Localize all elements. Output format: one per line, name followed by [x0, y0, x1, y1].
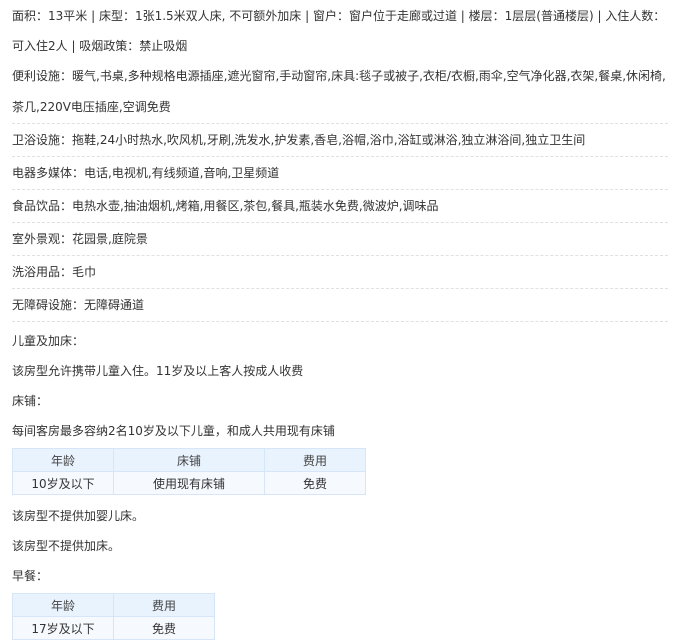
- room-info-line-1: 面积：13平米 | 床型：1张1.5米双人床, 不可额外加床 | 窗户：窗户位于…: [12, 9, 666, 23]
- divider: [12, 123, 668, 124]
- table-cell-age: 10岁及以下: [12, 471, 114, 495]
- table-header-row: 年龄 床铺 费用: [12, 448, 366, 472]
- divider: [12, 288, 668, 289]
- children-policy: 该房型允许携带儿童入住。11岁及以上客人按成人收费: [12, 364, 304, 378]
- media-facilities: 电器多媒体：电话,电视机,有线频道,音响,卫星频道: [12, 166, 280, 180]
- convenience-line-2: 茶几,220V电压插座,空调免费: [12, 100, 171, 114]
- table-cell-bed: 使用现有床铺: [113, 471, 265, 495]
- crib-policy: 该房型不提供加婴儿床。: [12, 509, 145, 523]
- outdoor-view: 室外景观：花园景,庭院景: [12, 232, 148, 246]
- table-header-age: 年龄: [12, 593, 114, 617]
- children-heading: 儿童及加床：: [12, 334, 85, 348]
- table-header-fee: 费用: [264, 448, 366, 472]
- table-header-bed: 床铺: [113, 448, 265, 472]
- extra-bed-policy: 该房型不提供加床。: [12, 539, 121, 553]
- room-details: 面积：13平米 | 床型：1张1.5米双人床, 不可额外加床 | 窗户：窗户位于…: [0, 0, 668, 640]
- bed-policy-table: 年龄 床铺 费用 10岁及以下 使用现有床铺 免费: [12, 448, 366, 495]
- bathroom-facilities: 卫浴设施：拖鞋,24小时热水,吹风机,牙刷,洗发水,护发素,香皂,浴帽,浴巾,浴…: [12, 133, 586, 147]
- breakfast-table: 年龄 费用 17岁及以下 免费: [12, 593, 215, 640]
- divider: [12, 321, 668, 322]
- divider: [12, 189, 668, 190]
- table-header-fee: 费用: [113, 593, 215, 617]
- table-cell-fee: 免费: [264, 471, 366, 495]
- divider: [12, 255, 668, 256]
- table-header-age: 年龄: [12, 448, 114, 472]
- table-row: 17岁及以下 免费: [12, 616, 215, 640]
- convenience-facilities: 便利设施：暖气,书桌,多种规格电源插座,遮光窗帘,手动窗帘,床具:毯子或被子,衣…: [12, 58, 668, 119]
- convenience-line-1: 便利设施：暖气,书桌,多种规格电源插座,遮光窗帘,手动窗帘,床具:毯子或被子,衣…: [12, 69, 666, 83]
- accessibility-facilities: 无障碍设施：无障碍通道: [12, 298, 145, 312]
- table-cell-fee: 免费: [113, 616, 215, 640]
- breakfast-heading: 早餐：: [12, 569, 49, 583]
- divider: [12, 156, 668, 157]
- table-header-row: 年龄 费用: [12, 593, 215, 617]
- bed-description: 每间客房最多容纳2名10岁及以下儿童，和成人共用现有床铺: [12, 424, 335, 438]
- room-info-line-2: 可入住2人 | 吸烟政策：禁止吸烟: [12, 39, 188, 53]
- toiletries: 洗浴用品：毛巾: [12, 265, 97, 279]
- table-cell-age: 17岁及以下: [12, 616, 114, 640]
- food-facilities: 食品饮品：电热水壶,抽油烟机,烤箱,用餐区,茶包,餐具,瓶装水免费,微波炉,调味…: [12, 199, 439, 213]
- bed-heading: 床铺：: [12, 394, 49, 408]
- divider: [12, 222, 668, 223]
- table-row: 10岁及以下 使用现有床铺 免费: [12, 471, 366, 495]
